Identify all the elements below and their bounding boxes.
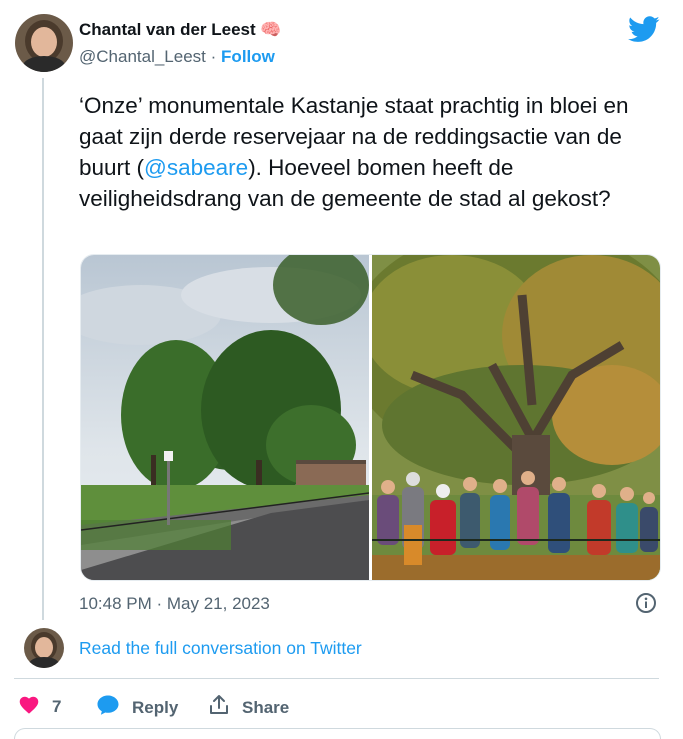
info-icon[interactable] [635,592,657,619]
brain-emoji: 🧠 [260,20,282,39]
share-icon [208,694,230,721]
author-name-text: Chantal van der Leest [79,20,256,39]
share-button[interactable]: Share [208,694,289,721]
media-grid [80,254,661,581]
reply-label: Reply [132,697,179,717]
share-label: Share [242,697,290,717]
read-full-conversation-link[interactable]: Read the full conversation on Twitter [79,638,362,659]
author-avatar[interactable] [15,14,73,72]
thread-line [42,78,44,620]
mention-link[interactable]: @sabeare [144,155,248,180]
reply-button[interactable]: Reply [96,694,178,721]
photo-group-under-tree[interactable] [346,255,660,580]
like-button[interactable]: 7 [18,694,61,719]
photo-chestnut-tree-street[interactable] [81,255,370,580]
handle-row: @Chantal_Leest · Follow [79,47,275,67]
conversation-avatar[interactable] [24,628,64,668]
next-card-edge [14,728,661,739]
twitter-bird-icon[interactable] [628,16,660,48]
reply-bubble-icon [96,694,120,721]
handle-separator: · [210,47,217,66]
author-handle[interactable]: @Chantal_Leest [79,47,206,66]
heart-icon [18,694,40,719]
author-name[interactable]: Chantal van der Leest 🧠 [79,20,282,40]
follow-button[interactable]: Follow [221,47,275,66]
tweet-text: ‘Onze’ monumentale Kastanje staat pracht… [79,90,649,214]
divider [14,678,659,679]
tweet-timestamp[interactable]: 10:48 PM · May 21, 2023 [79,594,270,614]
like-count: 7 [52,696,62,716]
